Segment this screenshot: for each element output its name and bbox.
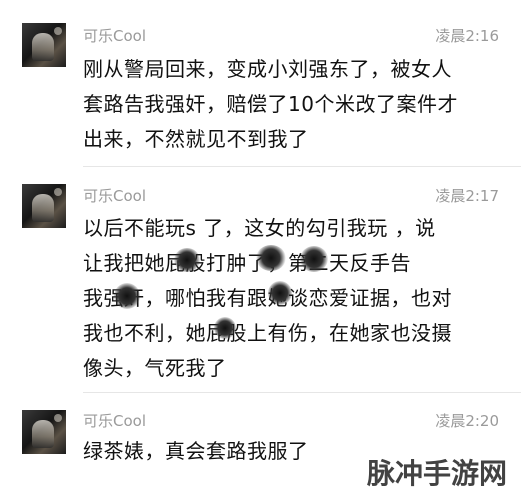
avatar[interactable] (22, 23, 66, 67)
divider (83, 166, 521, 167)
username[interactable]: 可乐Cool (83, 186, 146, 206)
censor-blot (114, 283, 140, 309)
timestamp: 凌晨2:16 (435, 27, 499, 45)
censor-blot (174, 248, 200, 272)
message-text: 刚从警局回来，变成小刘强东了，被女人 套路告我强奸，赔偿了10个米改了案件才 出… (83, 52, 503, 157)
avatar-highlight (54, 27, 62, 35)
censor-blot (300, 246, 328, 272)
message-line: 刚从警局回来，变成小刘强东了，被女人 (83, 57, 452, 81)
message-line: 套路告我强奸，赔偿了10个米改了案件才 (83, 92, 458, 116)
message-line: 以后不能玩s 了，这女的勾引我玩 ，说 (83, 216, 436, 240)
censor-blot (214, 317, 236, 339)
divider (83, 392, 521, 393)
censor-blot (256, 245, 286, 271)
message-line: 像头，气死我了 (83, 356, 227, 380)
avatar-figure (32, 194, 54, 222)
avatar[interactable] (22, 184, 66, 228)
message-line: 我强奸，哪怕我有跟她谈恋爱证据，也对 (83, 286, 452, 310)
avatar-highlight (54, 188, 62, 196)
message-text: 以后不能玩s 了，这女的勾引我玩 ，说 让我把她屁股打肿了，第二天反手告 我强奸… (83, 211, 503, 386)
avatar-figure (32, 420, 54, 448)
username[interactable]: 可乐Cool (83, 26, 146, 46)
message-line: 出来，不然就见不到我了 (83, 127, 309, 151)
message-line: 我也不利，她屁股上有伤，在她家也没摄 (83, 321, 452, 345)
username[interactable]: 可乐Cool (83, 411, 146, 431)
censor-blot (268, 281, 292, 305)
timestamp: 凌晨2:20 (435, 412, 499, 430)
timestamp: 凌晨2:17 (435, 187, 499, 205)
watermark-logo: 脉冲手游网 (366, 457, 507, 490)
avatar-figure (32, 33, 54, 61)
avatar-highlight (54, 414, 62, 422)
avatar[interactable] (22, 410, 66, 454)
message-line: 让我把她屁股打肿了，第二天反手告 (83, 251, 411, 275)
